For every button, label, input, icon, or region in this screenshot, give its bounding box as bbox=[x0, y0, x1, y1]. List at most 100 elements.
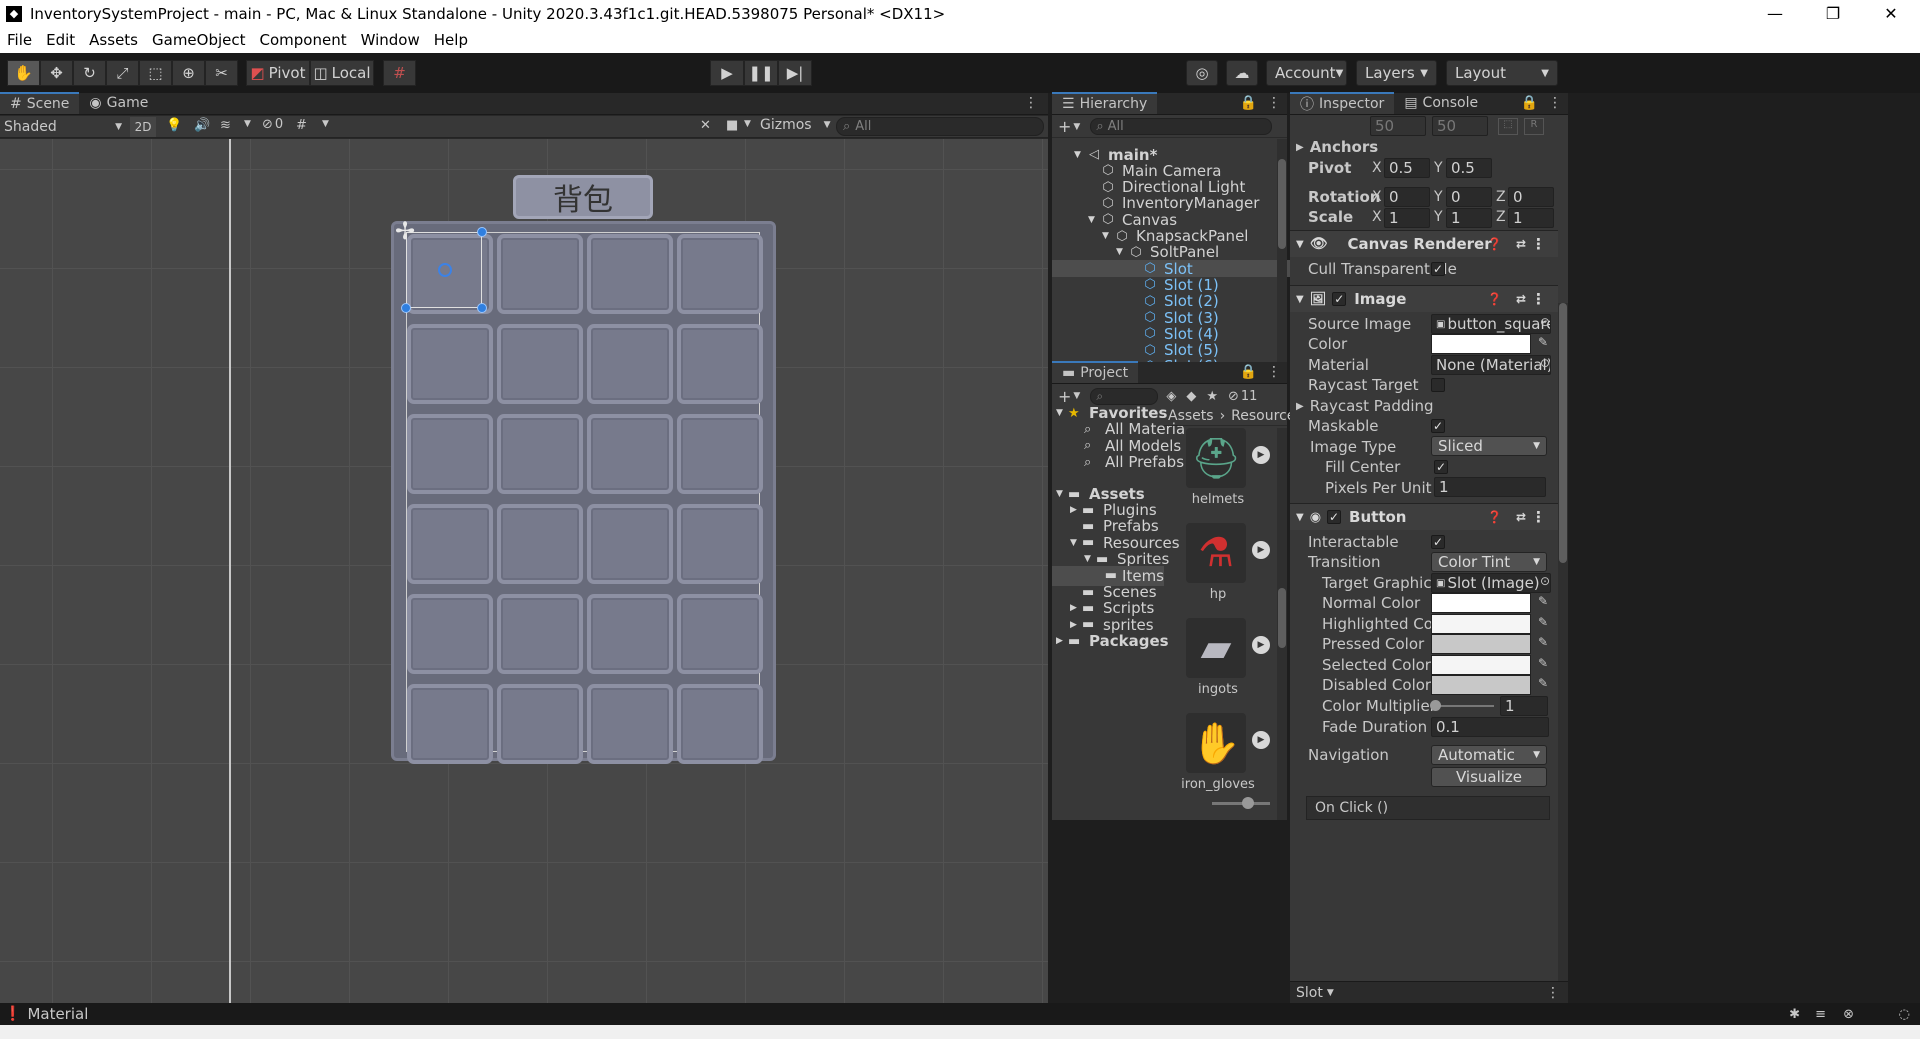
grid-snap-icon[interactable]: # bbox=[383, 60, 416, 86]
chevron-right-icon[interactable]: ▶ bbox=[1070, 620, 1082, 630]
inventory-slot[interactable] bbox=[497, 504, 583, 584]
rotation-z-field[interactable]: 0 bbox=[1508, 187, 1554, 207]
menu-assets[interactable]: Assets bbox=[82, 31, 145, 49]
tab-scene[interactable]: # Scene bbox=[0, 92, 80, 114]
grid-icon[interactable]: # bbox=[296, 118, 307, 133]
eyedropper-icon[interactable]: ✎ bbox=[1538, 676, 1548, 690]
rect-handle[interactable] bbox=[477, 227, 487, 237]
rotate-tool-icon[interactable]: ↻ bbox=[73, 60, 106, 86]
add-icon[interactable]: + bbox=[1058, 117, 1071, 136]
chevron-down-icon[interactable]: ▼ bbox=[244, 119, 251, 129]
inventory-slot[interactable] bbox=[497, 684, 583, 764]
tools-icon[interactable]: ✕ bbox=[700, 118, 711, 133]
hierarchy-menu-icon[interactable]: ⋮ bbox=[1261, 92, 1287, 114]
expand-play-icon[interactable]: ▶ bbox=[1252, 446, 1270, 464]
rotation-x-field[interactable]: 0 bbox=[1384, 187, 1430, 207]
help-icon[interactable]: ❓ bbox=[1487, 510, 1502, 524]
chevron-down-icon[interactable]: ▼ bbox=[1073, 122, 1080, 132]
rect-tool-icon[interactable]: ⬚ bbox=[139, 60, 172, 86]
packages-folder[interactable]: ▶ ▬ Packages bbox=[1052, 631, 1192, 651]
expand-play-icon[interactable]: ▶ bbox=[1252, 541, 1270, 559]
inventory-slot[interactable] bbox=[497, 324, 583, 404]
chevron-down-icon[interactable]: ▼ bbox=[1102, 231, 1114, 241]
inventory-slot[interactable] bbox=[677, 414, 763, 494]
component-menu-icon[interactable]: ⋮ bbox=[1531, 508, 1546, 526]
panel-title[interactable]: 背包 bbox=[513, 175, 653, 219]
scene-search-input[interactable]: ⌕ All bbox=[836, 117, 1044, 136]
debug-icon[interactable]: ✱ bbox=[1789, 1007, 1800, 1022]
inventory-slot[interactable] bbox=[677, 504, 763, 584]
eyedropper-icon[interactable]: ✎ bbox=[1538, 656, 1548, 670]
pivot-button[interactable]: ◩ Pivot bbox=[246, 60, 310, 86]
inventory-slot[interactable] bbox=[407, 414, 493, 494]
inventory-slot[interactable] bbox=[677, 324, 763, 404]
scale-y-field[interactable]: 1 bbox=[1446, 208, 1492, 228]
inventory-slot[interactable] bbox=[497, 594, 583, 674]
gizmos-dropdown[interactable]: Gizmos ▼ bbox=[760, 117, 831, 133]
asset-tile[interactable]: ⚗ ▶ hp bbox=[1172, 523, 1272, 613]
eyedropper-icon[interactable]: ✎ bbox=[1538, 594, 1548, 608]
source-image-field[interactable]: ▣ button_square bbox=[1431, 314, 1551, 334]
rotation-y-field[interactable]: 0 bbox=[1446, 187, 1492, 207]
object-picker-icon[interactable]: ⊙ bbox=[1540, 315, 1550, 329]
menu-edit[interactable]: Edit bbox=[39, 31, 82, 49]
footer-menu-icon[interactable]: ⋮ bbox=[1546, 985, 1560, 1001]
filter-type-icon[interactable]: ◈ bbox=[1166, 389, 1176, 404]
inspector-menu-icon[interactable]: ⋮ bbox=[1542, 92, 1568, 114]
progress-icon[interactable]: ◌ bbox=[1899, 1007, 1910, 1022]
selected-color-swatch[interactable] bbox=[1431, 655, 1531, 675]
object-picker-icon[interactable]: ⊙ bbox=[1540, 356, 1550, 370]
audio-icon[interactable]: 🔊 bbox=[194, 118, 210, 133]
scale-tool-icon[interactable]: ⤢ bbox=[106, 60, 139, 86]
network-icon[interactable]: ⊗ bbox=[1843, 1007, 1854, 1022]
transform-tool-icon[interactable]: ⊕ bbox=[172, 60, 205, 86]
account-dropdown[interactable]: Account ▼ bbox=[1266, 60, 1347, 86]
help-icon[interactable]: ❓ bbox=[1487, 237, 1502, 251]
inventory-slot[interactable] bbox=[407, 504, 493, 584]
hidden-objects-toggle[interactable]: ⊘ 0 bbox=[262, 117, 283, 132]
inventory-slot[interactable] bbox=[497, 414, 583, 494]
eyedropper-icon[interactable]: ✎ bbox=[1538, 615, 1548, 629]
expand-play-icon[interactable]: ▶ bbox=[1252, 636, 1270, 654]
eyedropper-icon[interactable]: ✎ bbox=[1538, 635, 1548, 649]
raycast-padding-foldout[interactable]: ▶ Raycast Padding bbox=[1290, 395, 1568, 417]
interactable-checkbox[interactable]: ✓ bbox=[1431, 535, 1445, 549]
inventory-slot[interactable] bbox=[677, 234, 763, 314]
collab-icon[interactable]: ◎ bbox=[1186, 60, 1218, 86]
anchor-handle-icon[interactable]: ✢ bbox=[395, 219, 415, 243]
menu-help[interactable]: Help bbox=[427, 31, 475, 49]
tab-game[interactable]: ◉ Game bbox=[79, 92, 158, 114]
hand-tool-icon[interactable]: ✋ bbox=[7, 60, 40, 86]
color-swatch[interactable] bbox=[1431, 334, 1531, 354]
menu-window[interactable]: Window bbox=[354, 31, 427, 49]
lock-icon[interactable]: 🔒 bbox=[1236, 92, 1261, 114]
lock-icon[interactable]: 🔒 bbox=[1517, 92, 1542, 114]
filter-label-icon[interactable]: ◆ bbox=[1186, 389, 1196, 404]
menu-file[interactable]: File bbox=[0, 31, 39, 49]
project-search-input[interactable]: ⌕ bbox=[1090, 387, 1159, 405]
lock-icon[interactable]: 🔒 bbox=[1236, 361, 1261, 383]
image-type-dropdown[interactable]: Sliced ▼ bbox=[1431, 436, 1547, 456]
on-click-event[interactable]: On Click () bbox=[1306, 796, 1550, 820]
visualize-button[interactable]: Visualize bbox=[1431, 767, 1547, 787]
asset-tile[interactable]: ▰ ▶ ingots bbox=[1172, 618, 1272, 708]
project-menu-icon[interactable]: ⋮ bbox=[1261, 361, 1287, 383]
minimize-button[interactable]: — bbox=[1746, 0, 1804, 27]
chevron-right-icon[interactable]: ▶ bbox=[1070, 603, 1082, 613]
move-tool-icon[interactable]: ✥ bbox=[40, 60, 73, 86]
chevron-down-icon[interactable]: ▼ bbox=[1116, 247, 1128, 257]
normal-color-swatch[interactable] bbox=[1431, 593, 1531, 613]
lighting-icon[interactable]: 💡 bbox=[166, 118, 182, 133]
icon-size-slider[interactable] bbox=[1212, 802, 1270, 805]
chevron-down-icon[interactable]: ▼ bbox=[1056, 408, 1068, 418]
chevron-down-icon[interactable]: ▼ bbox=[1084, 554, 1096, 564]
chevron-down-icon[interactable]: ▼ bbox=[744, 119, 751, 129]
raycast-target-checkbox[interactable] bbox=[1431, 378, 1445, 392]
maximize-button[interactable]: ❐ bbox=[1804, 0, 1862, 27]
inventory-slot[interactable] bbox=[407, 684, 493, 764]
blueprint-mode-icon[interactable]: ⬚ bbox=[1498, 118, 1518, 135]
inventory-slot[interactable] bbox=[407, 324, 493, 404]
scale-z-field[interactable]: 1 bbox=[1508, 208, 1554, 228]
button-enabled-checkbox[interactable]: ✓ bbox=[1327, 510, 1342, 524]
help-icon[interactable]: ❓ bbox=[1487, 292, 1502, 306]
